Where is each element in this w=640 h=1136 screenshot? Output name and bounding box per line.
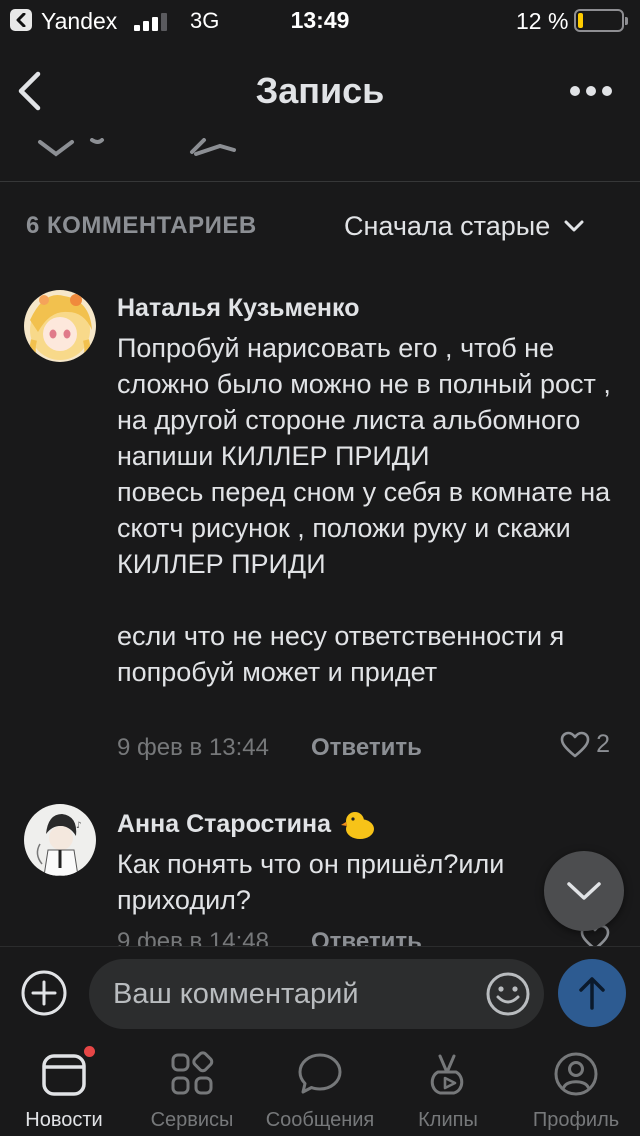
- comment-author[interactable]: Анна Старостина: [117, 810, 375, 840]
- heart-icon: [560, 731, 590, 757]
- send-button[interactable]: [558, 959, 626, 1027]
- tab-news[interactable]: Новости: [0, 1040, 128, 1136]
- comment-author-name: Анна Старостина: [117, 810, 332, 838]
- comments-count: 6 КОММЕНТАРИЕВ: [26, 212, 257, 239]
- tab-label: Профиль: [532, 1109, 620, 1131]
- post-actions-peek: [0, 138, 640, 160]
- chevron-down-icon: [564, 220, 584, 232]
- tab-bar: Новости Сервисы Сообщения Клипы Профиль: [0, 1040, 640, 1136]
- page-title: Запись: [255, 70, 385, 111]
- comment-text: Как понять что он пришёл?или приходил?: [117, 849, 505, 915]
- more-horizontal-icon: [570, 86, 580, 96]
- comment-input[interactable]: [89, 959, 544, 1029]
- more-options-button[interactable]: [568, 84, 614, 98]
- chevron-down-icon: [567, 882, 601, 900]
- like-action-icon: [38, 140, 74, 157]
- sort-order-dropdown[interactable]: Сначала старые: [344, 208, 584, 244]
- tab-services[interactable]: Сервисы: [128, 1040, 256, 1136]
- news-icon: [42, 1054, 86, 1096]
- services-icon: [171, 1051, 214, 1095]
- plus-circle-icon: [21, 970, 67, 1016]
- comment-text: Попробуй нарисовать его , чтоб не сложно…: [117, 333, 611, 687]
- divider: [0, 181, 640, 182]
- battery-percent: 12 %: [516, 8, 569, 34]
- share-action-icon: [190, 138, 236, 156]
- duck-emoji-icon: [341, 812, 375, 840]
- like-count: 2: [596, 730, 610, 758]
- comment-composer: [0, 946, 640, 1040]
- comment-author[interactable]: Наталья Кузьменко: [117, 294, 359, 323]
- attach-button[interactable]: [20, 969, 68, 1017]
- avatar[interactable]: [24, 290, 96, 362]
- arrow-up-icon: [579, 977, 605, 1010]
- battery-level-fill: [578, 13, 584, 28]
- profile-icon: [554, 1052, 598, 1096]
- tab-messages[interactable]: Сообщения: [256, 1040, 384, 1136]
- scroll-to-bottom-button[interactable]: [544, 851, 624, 931]
- tab-clips[interactable]: Клипы: [384, 1040, 512, 1136]
- sort-order-label: Сначала старые: [344, 210, 551, 241]
- tab-label: Сообщения: [265, 1109, 375, 1131]
- status-bar: Yandex 3G 13:49 12 %: [0, 0, 640, 42]
- avatar[interactable]: ♪: [24, 804, 96, 876]
- header: Запись: [0, 42, 640, 142]
- tab-profile[interactable]: Профиль: [512, 1040, 640, 1136]
- reply-button[interactable]: Ответить: [311, 734, 422, 762]
- clips-icon: [430, 1054, 464, 1095]
- notification-badge: [84, 1046, 95, 1057]
- svg-text:♪: ♪: [76, 821, 82, 831]
- like-button[interactable]: 2: [560, 730, 610, 759]
- emoji-button[interactable]: [485, 971, 531, 1017]
- smile-icon: [486, 972, 530, 1016]
- battery-icon: [574, 9, 628, 32]
- tab-label: Сервисы: [150, 1109, 234, 1131]
- tab-label: Клипы: [418, 1109, 478, 1131]
- messages-icon: [298, 1053, 342, 1094]
- comment-date: 9 фев в 13:44: [117, 734, 270, 761]
